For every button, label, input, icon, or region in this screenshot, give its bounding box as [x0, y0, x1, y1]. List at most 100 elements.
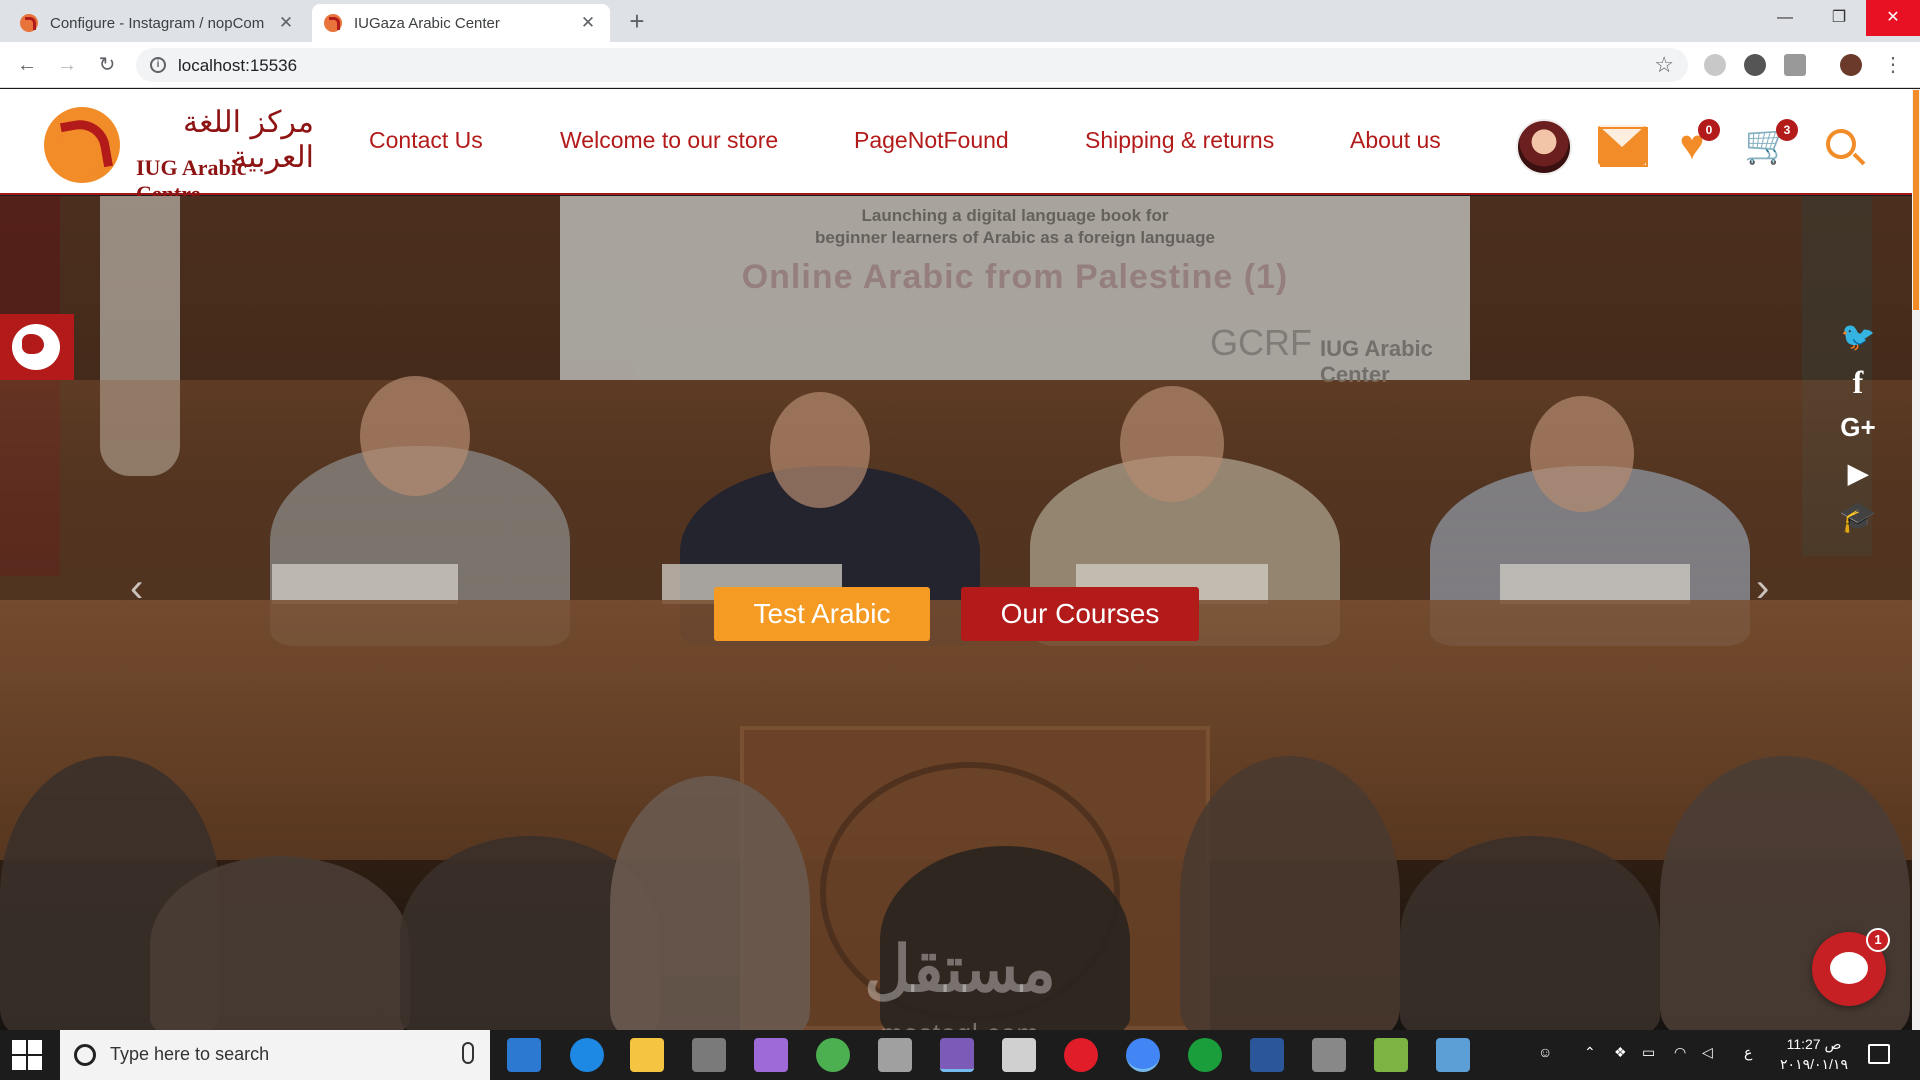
event-banner: Launching a digital language book for be…: [560, 196, 1470, 387]
bookmark-star-icon[interactable]: ☆: [1654, 52, 1674, 78]
graduation-cap-icon[interactable]: 🎓: [1836, 500, 1880, 535]
mail-app-icon[interactable]: [1002, 1038, 1036, 1072]
action-center-icon[interactable]: [1868, 1044, 1890, 1064]
wishlist-heart-icon[interactable]: ♥ 0: [1668, 119, 1720, 166]
logo-emblem: [44, 107, 120, 183]
language-switcher-tab[interactable]: [0, 314, 74, 380]
clock-time: 11:27 ص: [1786, 1036, 1842, 1052]
taskbar-search-placeholder: Type here to search: [110, 1044, 270, 1064]
edge-app-icon[interactable]: [570, 1038, 604, 1072]
nav-contact-us[interactable]: Contact Us: [369, 127, 483, 154]
visual-studio-app-icon[interactable]: [940, 1038, 974, 1072]
search-icon[interactable]: [1826, 129, 1856, 159]
address-bar[interactable]: i localhost:15536 ☆: [136, 48, 1688, 82]
site-header: مركز اللغة العربية IUG Arabic Centre Con…: [0, 89, 1912, 206]
app-icon[interactable]: [1188, 1038, 1222, 1072]
slider-prev-arrow[interactable]: ‹: [130, 566, 143, 611]
window-close-button[interactable]: ✕: [1866, 0, 1920, 36]
people-icon[interactable]: ☺: [1538, 1044, 1552, 1060]
file-explorer-icon[interactable]: [630, 1038, 664, 1072]
slider-next-arrow[interactable]: ›: [1756, 566, 1769, 611]
nav-welcome-store[interactable]: Welcome to our store: [560, 127, 778, 154]
tab-iugaza-arabic-center[interactable]: IUGaza Arabic Center ✕: [312, 4, 610, 42]
extension-icon[interactable]: [1704, 54, 1726, 76]
close-tab-icon[interactable]: ✕: [276, 13, 296, 33]
nav-about-us[interactable]: About us: [1350, 127, 1441, 154]
banner-line: beginner learners of Arabic as a foreign…: [815, 228, 1215, 247]
user-avatar[interactable]: [1516, 119, 1572, 175]
windows-taskbar: Type here to search ☺ ⌃ ❖ ▭ ◠ ◁ ع 11:27 …: [0, 1030, 1920, 1080]
youtube-icon[interactable]: ▶: [1836, 458, 1880, 489]
dropbox-icon[interactable]: ❖: [1614, 1044, 1627, 1061]
scrollbar-thumb[interactable]: [1913, 90, 1919, 310]
watermark-latin: mostaql.com: [840, 1018, 1080, 1030]
wifi-icon[interactable]: ◠: [1674, 1044, 1686, 1061]
chat-widget-button[interactable]: 1: [1812, 928, 1890, 1006]
back-arrow-icon[interactable]: ←: [12, 50, 42, 80]
word-app-icon[interactable]: [1250, 1038, 1284, 1072]
database-app-icon[interactable]: [878, 1038, 912, 1072]
visual-studio-icon[interactable]: [754, 1038, 788, 1072]
speaker-namecard: [272, 564, 458, 604]
banner-title: Online Arabic from Palestine (1): [741, 258, 1289, 296]
audience-member: [1400, 836, 1660, 1030]
profile-avatar[interactable]: [1840, 54, 1862, 76]
cart-icon[interactable]: 🛒 3: [1744, 119, 1798, 165]
close-tab-icon[interactable]: ✕: [578, 13, 598, 33]
mail-icon[interactable]: [1598, 125, 1648, 167]
speaker-head: [360, 376, 470, 496]
forward-arrow-icon[interactable]: →: [52, 50, 82, 80]
input-language-indicator[interactable]: ع: [1744, 1044, 1752, 1061]
cart-count-badge: 3: [1776, 119, 1798, 141]
taskbar-clock[interactable]: 11:27 ص ٢٠١٩/٠١/١٩: [1774, 1034, 1854, 1074]
audience-member: [150, 856, 410, 1030]
cortana-icon[interactable]: [74, 1044, 96, 1066]
minimize-button[interactable]: —: [1758, 0, 1812, 36]
speaker-head: [1530, 396, 1634, 512]
twitter-icon[interactable]: 🐦: [1836, 320, 1880, 353]
microphone-icon[interactable]: [462, 1042, 474, 1064]
store-app-icon[interactable]: [507, 1038, 541, 1072]
nopcommerce-favicon-icon: [20, 14, 38, 32]
site-info-icon[interactable]: i: [150, 57, 166, 73]
maximize-button[interactable]: ❐: [1812, 0, 1866, 36]
taskbar-search-box[interactable]: Type here to search: [60, 1030, 490, 1080]
site-logo[interactable]: مركز اللغة العربية IUG Arabic Centre: [44, 101, 314, 206]
nav-shipping-returns[interactable]: Shipping & returns: [1085, 127, 1274, 154]
app-icon[interactable]: [816, 1038, 850, 1072]
our-courses-button[interactable]: Our Courses: [961, 587, 1199, 641]
chrome-app-icon[interactable]: [1126, 1038, 1160, 1072]
extension-icon[interactable]: [1744, 54, 1766, 76]
nav-page-not-found[interactable]: PageNotFound: [854, 127, 1009, 154]
opera-app-icon[interactable]: [1064, 1038, 1098, 1072]
chat-bubble-icon: [1830, 952, 1868, 984]
paint-app-icon[interactable]: [1436, 1038, 1470, 1072]
extension-icon[interactable]: [1784, 54, 1806, 76]
snipping-tool-icon[interactable]: [692, 1038, 726, 1072]
volume-icon[interactable]: ◁: [1702, 1044, 1713, 1061]
speaker-head: [770, 392, 870, 508]
url-text: localhost:15536: [178, 56, 298, 75]
audience-member: [1180, 756, 1400, 1030]
tab-configure-instagram[interactable]: Configure - Instagram / nopCom ✕: [8, 4, 308, 42]
globe-icon: [12, 324, 60, 370]
audience-member: [610, 776, 810, 1030]
google-plus-icon[interactable]: G+: [1836, 412, 1880, 443]
banner-line: Launching a digital language book for: [861, 206, 1169, 225]
tab-title: Configure - Instagram / nopCom: [50, 14, 265, 32]
chat-unread-badge: 1: [1866, 928, 1890, 952]
reload-icon[interactable]: ↻: [92, 50, 122, 80]
battery-icon[interactable]: ▭: [1642, 1044, 1655, 1061]
tray-expand-icon[interactable]: ⌃: [1584, 1044, 1596, 1061]
app-icon[interactable]: [1374, 1038, 1408, 1072]
clock-date: ٢٠١٩/٠١/١٩: [1780, 1056, 1848, 1072]
tab-title: IUGaza Arabic Center: [354, 14, 500, 32]
speaker-head: [1120, 386, 1224, 502]
wishlist-count-badge: 0: [1698, 119, 1720, 141]
test-arabic-button[interactable]: Test Arabic: [714, 587, 930, 641]
new-tab-button[interactable]: +: [622, 6, 652, 37]
windows-start-icon[interactable]: [12, 1040, 42, 1070]
browser-menu-icon[interactable]: ⋮: [1878, 50, 1908, 80]
facebook-icon[interactable]: f: [1836, 364, 1880, 401]
settings-app-icon[interactable]: [1312, 1038, 1346, 1072]
